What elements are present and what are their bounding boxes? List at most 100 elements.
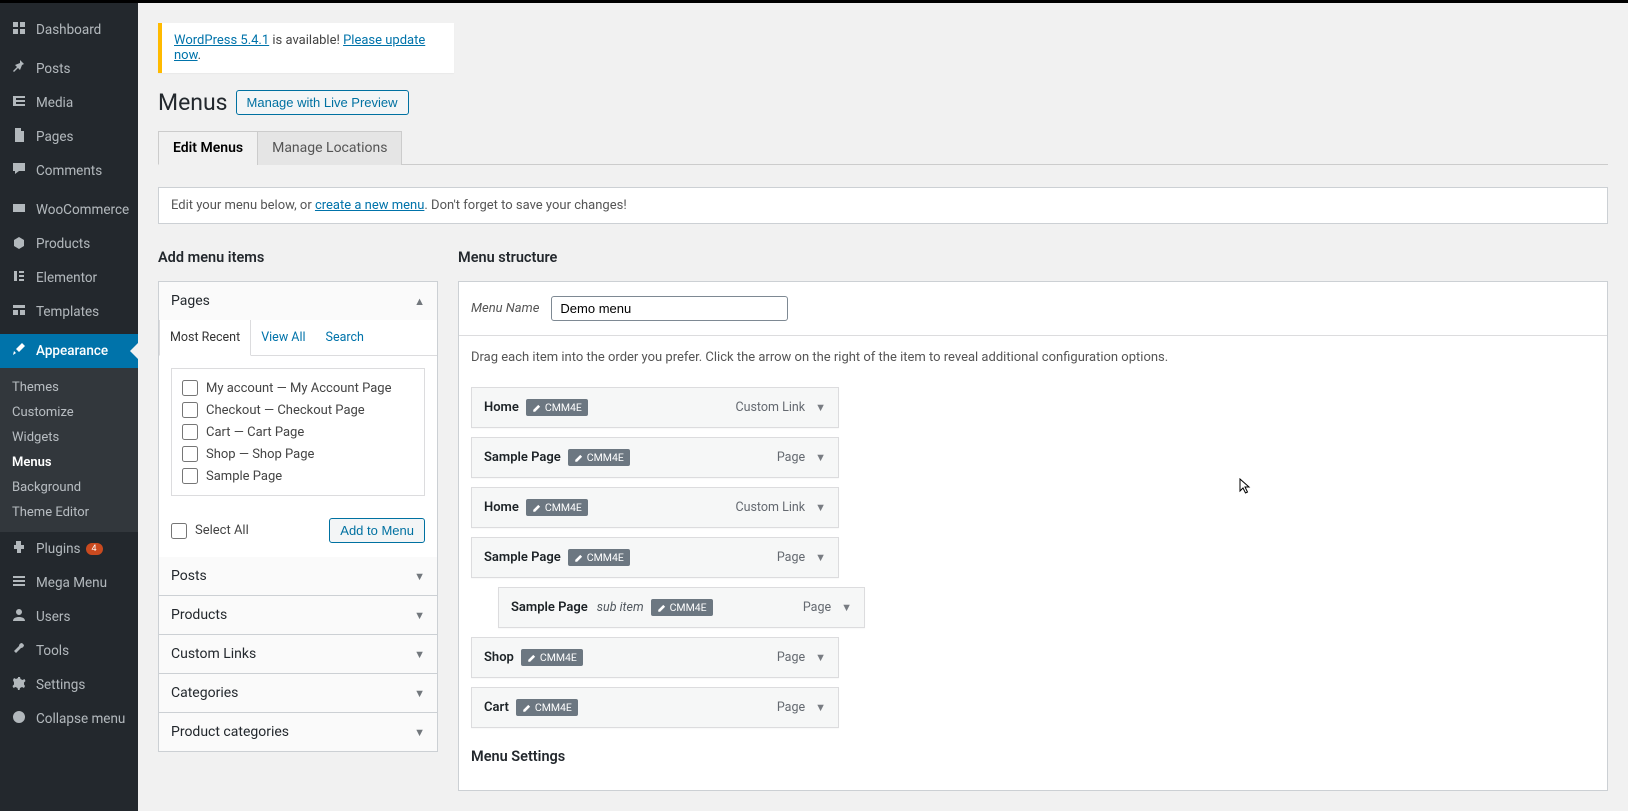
templates-icon [9, 302, 29, 322]
cmm4e-badge: CMM4E [521, 649, 583, 666]
sidebar-item-tools[interactable]: Tools [0, 634, 138, 668]
add-menu-items-title: Add menu items [158, 249, 438, 266]
menu-item[interactable]: HomeCMM4ECustom Link▼ [471, 387, 839, 428]
tab-manage-locations[interactable]: Manage Locations [257, 131, 402, 165]
acc-product-categories-head[interactable]: Product categories▼ [159, 713, 437, 751]
menu-name-input[interactable] [551, 296, 788, 321]
acc-tab-search[interactable]: Search [316, 320, 374, 355]
acc-categories-head[interactable]: Categories▼ [159, 674, 437, 712]
menu-item[interactable]: CartCMM4EPage▼ [471, 687, 839, 728]
sidebar-item-pages[interactable]: Pages [0, 120, 138, 154]
menu-item[interactable]: Sample PageCMM4EPage▼ [471, 537, 839, 578]
acc-tab-view-all[interactable]: View All [251, 320, 315, 355]
sidebar-sub-widgets[interactable]: Widgets [0, 425, 138, 450]
menu-item-type: Page [777, 700, 805, 715]
sidebar-item-label: Mega Menu [36, 575, 107, 591]
acc-pages-head[interactable]: Pages ▲ [159, 282, 437, 320]
sidebar-item-templates[interactable]: Templates [0, 295, 138, 329]
chevron-down-icon[interactable]: ▼ [815, 701, 826, 714]
pencil-icon [532, 503, 542, 513]
page-item[interactable]: Shop — Shop Page [182, 443, 414, 465]
sidebar-sub-themes[interactable]: Themes [0, 375, 138, 400]
sidebar-item-elementor[interactable]: Elementor [0, 261, 138, 295]
menu-item-title: Home [484, 500, 519, 515]
select-all-checkbox[interactable] [171, 523, 187, 539]
sidebar-item-mega-menu[interactable]: Mega Menu [0, 566, 138, 600]
sidebar-item-woocommerce[interactable]: WooCommerce [0, 193, 138, 227]
page-checkbox[interactable] [182, 446, 198, 462]
menu-item[interactable]: ShopCMM4EPage▼ [471, 637, 839, 678]
page-checkbox[interactable] [182, 402, 198, 418]
select-all-label[interactable]: Select All [171, 523, 249, 539]
pencil-icon [532, 403, 542, 413]
page-label: Shop — Shop Page [206, 447, 314, 462]
main-content: WordPress 5.4.1 is available! Please upd… [138, 0, 1628, 811]
menu-structure-title: Menu structure [458, 249, 1608, 266]
page-checkbox[interactable] [182, 380, 198, 396]
sidebar-item-products[interactable]: Products [0, 227, 138, 261]
page-title: Menus [158, 89, 228, 116]
elementor-icon [9, 268, 29, 288]
acc-posts-head[interactable]: Posts▼ [159, 557, 437, 595]
chevron-down-icon[interactable]: ▼ [815, 551, 826, 564]
sidebar-item-label: Settings [36, 677, 85, 693]
chevron-down-icon[interactable]: ▼ [815, 501, 826, 514]
page-checkbox[interactable] [182, 424, 198, 440]
wp-version-link[interactable]: WordPress 5.4.1 [174, 33, 269, 48]
settings-icon [9, 675, 29, 695]
sidebar-sub-background[interactable]: Background [0, 475, 138, 500]
media-icon [9, 93, 29, 113]
page-checkbox[interactable] [182, 468, 198, 484]
page-item[interactable]: Cart — Cart Page [182, 421, 414, 443]
menu-item[interactable]: HomeCMM4ECustom Link▼ [471, 487, 839, 528]
tab-edit-menus[interactable]: Edit Menus [158, 131, 258, 165]
woo-icon [9, 200, 29, 220]
create-new-menu-link[interactable]: create a new menu [315, 198, 424, 213]
pencil-icon [522, 703, 532, 713]
acc-tab-most-recent[interactable]: Most Recent [159, 320, 251, 356]
chevron-down-icon[interactable]: ▼ [815, 451, 826, 464]
cmm4e-badge: CMM4E [526, 499, 588, 516]
menu-item-title: Cart [484, 700, 509, 715]
menu-item-type: Page [777, 450, 805, 465]
add-to-menu-button[interactable]: Add to Menu [329, 518, 425, 543]
page-item[interactable]: Checkout — Checkout Page [182, 399, 414, 421]
sidebar-item-users[interactable]: Users [0, 600, 138, 634]
sidebar-item-appearance[interactable]: Appearance [0, 334, 138, 368]
menu-edit-box: Menu Name Drag each item into the order … [458, 281, 1608, 791]
acc-products-head[interactable]: Products▼ [159, 596, 437, 634]
sidebar-item-label: WooCommerce [36, 202, 129, 218]
sidebar-sub-customize[interactable]: Customize [0, 400, 138, 425]
chevron-down-icon[interactable]: ▼ [841, 601, 852, 614]
accordion: Pages ▲ Most Recent View All Search My a… [158, 281, 438, 752]
sidebar-item-comments[interactable]: Comments [0, 154, 138, 188]
sidebar-item-dashboard[interactable]: Dashboard [0, 13, 138, 47]
sidebar-item-label: Templates [36, 304, 99, 320]
chevron-down-icon[interactable]: ▼ [815, 401, 826, 414]
chevron-down-icon: ▼ [414, 648, 425, 661]
sidebar-item-collapse-menu[interactable]: Collapse menu [0, 702, 138, 736]
sidebar-item-plugins[interactable]: Plugins4 [0, 532, 138, 566]
acc-custom-links-head[interactable]: Custom Links▼ [159, 635, 437, 673]
chevron-down-icon[interactable]: ▼ [815, 651, 826, 664]
menu-item[interactable]: Sample PageCMM4EPage▼ [471, 437, 839, 478]
sidebar-sub-theme-editor[interactable]: Theme Editor [0, 500, 138, 525]
page-item[interactable]: Sample Page [182, 465, 414, 487]
sidebar-item-label: Pages [36, 129, 74, 145]
menu-item-type: Page [803, 600, 831, 615]
sidebar-item-label: Tools [36, 643, 69, 659]
sidebar-item-posts[interactable]: Posts [0, 52, 138, 86]
sidebar-item-media[interactable]: Media [0, 86, 138, 120]
chevron-down-icon: ▼ [414, 570, 425, 583]
sidebar-sub-menus[interactable]: Menus [0, 450, 138, 475]
pencil-icon [657, 603, 667, 613]
nav-tabs: Edit Menus Manage Locations [158, 131, 1608, 165]
menu-item[interactable]: Sample Pagesub itemCMM4EPage▼ [498, 587, 865, 628]
live-preview-button[interactable]: Manage with Live Preview [236, 90, 409, 115]
page-item[interactable]: My account — My Account Page [182, 377, 414, 399]
comments-icon [9, 161, 29, 181]
sidebar-item-label: Appearance [36, 343, 108, 359]
sidebar-item-settings[interactable]: Settings [0, 668, 138, 702]
sidebar-item-label: Collapse menu [36, 711, 125, 727]
cmm4e-badge: CMM4E [526, 399, 588, 416]
